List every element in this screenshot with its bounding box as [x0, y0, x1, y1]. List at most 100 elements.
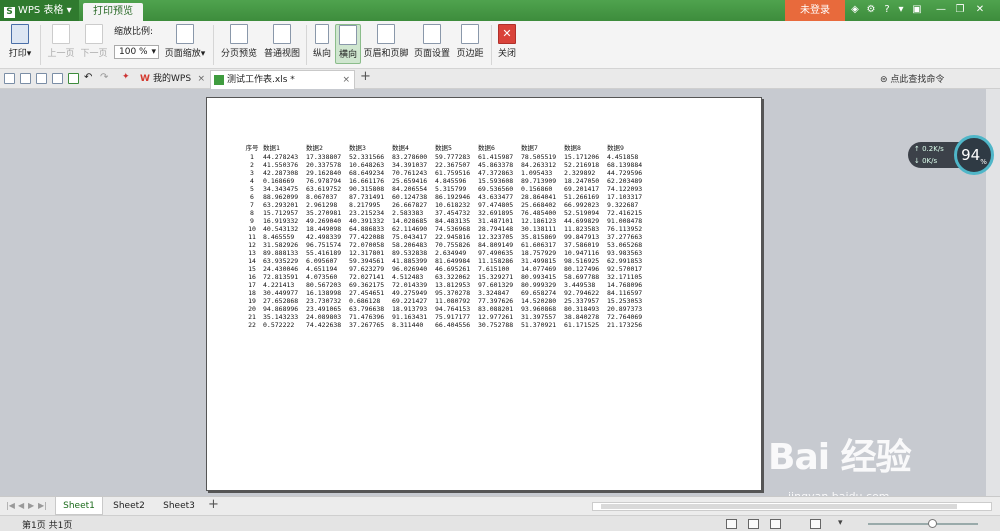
redo-icon[interactable]: ↷	[100, 72, 108, 83]
prev-page-button[interactable]: 上一页	[47, 24, 75, 59]
data-cell: 69.658274	[521, 289, 557, 297]
close-preview-button[interactable]: ✕ 关闭	[495, 24, 519, 59]
last-sheet-icon[interactable]: ▶|	[38, 501, 47, 510]
settings-icon[interactable]: ⚙	[864, 3, 878, 17]
header-footer-button[interactable]: 页眉和页脚	[362, 24, 410, 59]
close-tab-icon[interactable]: ×	[197, 70, 205, 88]
prev-sheet-icon[interactable]: ◀	[18, 501, 24, 510]
data-cell: 63.322062	[435, 273, 471, 281]
margins-button[interactable]: 页边距	[455, 24, 485, 59]
add-sheet-button[interactable]: +	[208, 497, 219, 512]
landscape-button[interactable]: 横向	[335, 24, 361, 64]
export-icon[interactable]	[36, 73, 47, 84]
undo-icon[interactable]: ↶	[84, 72, 92, 83]
zoom-out-icon[interactable]: ▾	[838, 518, 843, 528]
find-command[interactable]: ⊜ 点此查找命令	[880, 72, 944, 85]
data-cell: 34.343475	[263, 185, 299, 193]
data-cell: 62.991853	[607, 257, 643, 265]
zoom-slider[interactable]	[868, 523, 978, 525]
data-cell: 75.043417	[392, 233, 428, 241]
zoom-slider-knob[interactable]	[928, 519, 937, 528]
print-button[interactable]: 打印▾	[6, 24, 34, 59]
close-tab-icon[interactable]: ×	[342, 71, 350, 89]
row-index-cell: 3	[250, 169, 254, 177]
login-button[interactable]: 未登录	[785, 0, 845, 21]
data-cell: 83.088201	[478, 305, 514, 313]
app-menu-button[interactable]: S WPS 表格 ▾	[0, 0, 79, 21]
data-cell: 40.543132	[263, 225, 299, 233]
data-cell: 15.171206	[564, 153, 600, 161]
zoom-value: 100 %	[119, 47, 148, 57]
zoom-select[interactable]: 100 % ▾	[114, 45, 159, 59]
page-zoom-button[interactable]: 页面缩放▾	[163, 24, 207, 59]
page-setup-button[interactable]: 页面设置	[413, 24, 451, 59]
row-index-cell: 18	[248, 289, 256, 297]
tab-print-preview[interactable]: 打印预览	[83, 3, 143, 21]
new-tab-button[interactable]: +	[360, 69, 371, 84]
open-icon[interactable]	[4, 73, 15, 84]
data-cell: 4.073560	[306, 273, 338, 281]
page-break-view-icon[interactable]	[770, 519, 781, 529]
tab-my-wps[interactable]: W 我的WPS ×	[137, 70, 209, 89]
data-cell: 28.864041	[521, 193, 557, 201]
first-sheet-icon[interactable]: |◀	[6, 501, 15, 510]
sheet-tab-2[interactable]: Sheet2	[105, 497, 153, 515]
portrait-button[interactable]: 纵向	[310, 24, 334, 59]
normal-view-icon[interactable]	[726, 519, 737, 529]
data-cell: 42.498339	[306, 233, 342, 241]
sheet-tab-3[interactable]: Sheet3	[155, 497, 203, 515]
minimize-icon[interactable]: —	[934, 3, 948, 17]
reading-mode-icon[interactable]	[810, 519, 821, 529]
data-cell: 84.483135	[435, 217, 471, 225]
tab-file[interactable]: 测试工作表.xls * ×	[210, 70, 355, 89]
menu-icon[interactable]: ▾	[894, 3, 908, 17]
network-speed-widget[interactable]: ↑ 0.2K/s ↓ 0K/s 94%	[908, 135, 994, 175]
wps-logo-icon: S	[4, 7, 15, 18]
table-row: 21 35.143233 24.089803 71.476396 91.163431 75…	[241, 313, 650, 321]
help-icon[interactable]: ?	[880, 3, 894, 17]
maximize-icon[interactable]: ❐	[953, 3, 967, 17]
table-row: 17 4.221413 80.567203 69.362175 72.014339 13.…	[241, 281, 650, 289]
page-setup-icon	[423, 24, 441, 44]
header-footer-label: 页眉和页脚	[363, 49, 409, 59]
restore-icon[interactable]: ▣	[910, 3, 924, 17]
next-sheet-icon[interactable]: ▶	[28, 501, 34, 510]
data-cell: 2.634949	[435, 249, 467, 257]
page-break-preview-button[interactable]: 分页预览	[219, 24, 259, 59]
data-cell: 37.267765	[349, 321, 385, 329]
row-index-cell: 4	[250, 177, 254, 185]
normal-view-button[interactable]: 普通视图	[262, 24, 302, 59]
data-cell: 22.945816	[435, 233, 471, 241]
print-preview-icon[interactable]	[68, 73, 79, 84]
next-page-label: 下一页	[80, 49, 108, 59]
horizontal-scrollbar[interactable]	[592, 502, 992, 511]
data-cell: 69.221427	[392, 297, 428, 305]
data-cell: 99.847913	[564, 233, 600, 241]
data-cell: 71.476396	[349, 313, 385, 321]
data-cell: 4.451858	[607, 153, 639, 161]
data-cell: 61.759516	[435, 169, 471, 177]
table-row: 4 0.168669 76.978794 16.661176 25.659416 4.84…	[241, 177, 650, 185]
pin-icon[interactable]: ✦	[122, 72, 130, 82]
data-cell: 20.337578	[306, 161, 342, 169]
data-cell: 8.067037	[306, 193, 338, 201]
data-cell: 31.582926	[263, 241, 299, 249]
sheet-tab-1[interactable]: Sheet1	[55, 497, 103, 515]
data-cell: 46.695261	[435, 265, 471, 273]
wps-tab-icon: W	[140, 74, 150, 84]
data-cell: 16.138998	[306, 289, 342, 297]
row-index-cell: 2	[250, 161, 254, 169]
document-tabs-bar: ↶ ↷ ✦ W 我的WPS × 测试工作表.xls * × + ⊜ 点此查找命令	[0, 69, 1000, 89]
print-icon[interactable]	[52, 73, 63, 84]
close-window-icon[interactable]: ✕	[973, 3, 987, 17]
data-cell: 44.699829	[564, 217, 600, 225]
data-cell: 77.422088	[349, 233, 385, 241]
scroll-thumb[interactable]	[601, 504, 957, 509]
data-cell: 13.812953	[435, 281, 471, 289]
data-cell: 84.809149	[478, 241, 514, 249]
skin-icon[interactable]: ◈	[848, 3, 862, 17]
next-page-button[interactable]: 下一页	[80, 24, 108, 59]
data-cell: 25.668402	[521, 201, 557, 209]
page-layout-icon[interactable]	[748, 519, 759, 529]
save-icon[interactable]	[20, 73, 31, 84]
